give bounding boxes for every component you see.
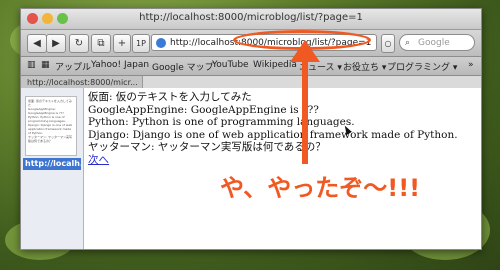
bookmark-item[interactable]: お役立ち ▾ — [343, 60, 386, 73]
forward-button[interactable]: ▶ — [46, 34, 66, 53]
search-field[interactable]: ⌕ Google — [399, 34, 475, 51]
post-line: Django: Django is one of web application… — [88, 128, 458, 141]
bookmarks-book-icon[interactable]: ▥ — [27, 60, 36, 70]
rss-icon[interactable]: ○ — [381, 34, 395, 53]
post-line: GoogleAppEngine: GoogleAppEngine is ??? — [88, 103, 319, 116]
bookmark-item[interactable]: Yahoo! Japan — [91, 60, 149, 70]
snapback-icon[interactable]: ⧉ — [91, 34, 111, 53]
globe-icon — [156, 38, 166, 48]
bookmark-item[interactable]: YouTube — [212, 60, 249, 70]
bookmark-button[interactable]: 1P — [132, 34, 150, 53]
bookmarks-grid-icon[interactable]: ▦ — [41, 60, 50, 70]
annotation-arrow — [302, 52, 308, 164]
tab-sidebar: 仮面: 仮のテキストを入力してみた GoogleAppEngine: Googl… — [21, 88, 84, 249]
post-line: Python: Python is one of programming lan… — [88, 116, 355, 128]
bookmark-item[interactable]: アップル — [55, 60, 91, 73]
page-thumbnail[interactable]: 仮面: 仮のテキストを入力してみた GoogleAppEngine: Googl… — [25, 96, 77, 156]
bookmark-item[interactable]: プログラミング ▾ — [387, 60, 457, 73]
post-line: ヤッターマン: ヤッターマン実写版は何であるの？ — [88, 141, 326, 153]
title-bar: http://localhost:8000/microblog/list/?pa… — [21, 9, 481, 30]
next-page-link[interactable]: 次へ — [88, 154, 109, 166]
window-title: http://localhost:8000/microblog/list/?pa… — [139, 12, 363, 23]
search-placeholder: Google — [418, 38, 450, 48]
bookmarks-overflow-icon[interactable]: » — [468, 60, 474, 70]
new-tab-button[interactable]: + — [113, 34, 131, 53]
bookmarks-bar: ▥ ▦ アップル Yahoo! Japan Google マップ YouTube… — [21, 57, 481, 76]
search-icon: ⌕ — [405, 38, 411, 48]
back-button[interactable]: ◀ — [27, 34, 47, 53]
reload-button[interactable]: ↻ — [69, 34, 89, 53]
annotation-banner: や、やったぞ〜!!! — [220, 174, 421, 202]
bookmark-item[interactable]: Google マップ — [152, 60, 214, 73]
thumbnail-label[interactable]: http://localh... — [23, 158, 81, 170]
post-line: 仮面: 仮のテキストを入力してみた — [88, 91, 252, 103]
